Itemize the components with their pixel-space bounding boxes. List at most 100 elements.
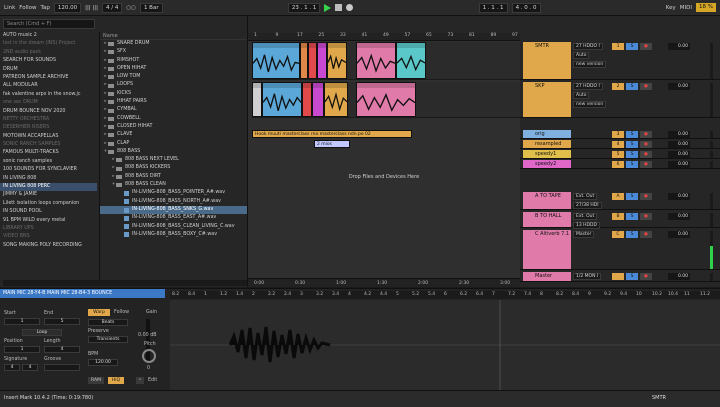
place-item[interactable]: SEARCH FOR SOUNDS [0, 57, 97, 65]
arm-button[interactable]: ● [640, 231, 652, 238]
clip-bar-resampled[interactable]: 2 mios [314, 140, 350, 148]
browser-item[interactable]: ▸ CYMBAL [100, 106, 247, 114]
arm-button[interactable]: ● [640, 43, 652, 50]
mixer-track[interactable]: speedy2 6 S ● 0.00 [520, 160, 720, 169]
volume-field[interactable]: 0.00 [668, 151, 690, 158]
browser-scrollbar[interactable] [3, 280, 247, 286]
search-input[interactable]: Search (Cmd + F) [3, 19, 95, 29]
output-routing[interactable]: 27/38 HDI [573, 202, 602, 209]
track-activator[interactable]: 3 [612, 131, 624, 138]
browser-item[interactable]: ▸ SFX [100, 48, 247, 56]
browser-item[interactable]: ▸ OPEN HIHAT [100, 65, 247, 73]
loop-start-field[interactable]: 1 . 1 . 1 [478, 2, 508, 13]
bpm-field[interactable]: 120.00 [88, 359, 118, 366]
track-activator[interactable]: B [612, 213, 624, 220]
arm-button[interactable]: ● [640, 193, 652, 200]
input-routing[interactable]: 1/2 MON I [573, 273, 602, 280]
volume-field[interactable]: 0.00 [668, 231, 690, 238]
input-routing[interactable]: Ext. Out [573, 193, 598, 200]
mixer-track[interactable]: Master 1/2 MON I S ● 0.00 [520, 272, 720, 282]
tempo-nudge[interactable]: ||| ||| [85, 5, 98, 11]
warp-button[interactable]: Warp [88, 309, 110, 316]
track-name[interactable]: speedy2 [523, 160, 571, 168]
browser-item[interactable]: IN-LIVING-808_BASS_NORTH_A#.wav [100, 198, 247, 206]
midi-map-button[interactable]: MIDI [680, 5, 692, 11]
record-icon[interactable] [346, 4, 354, 11]
browser-item[interactable]: ▸ HIHAT PAIRS [100, 98, 247, 106]
browser-item[interactable]: ▸ SNARE DRUM [100, 40, 247, 48]
track-activator[interactable]: 5 [612, 151, 624, 158]
audio-clip[interactable] [327, 42, 347, 79]
place-item[interactable]: IN LIVING 808 PERC [0, 183, 97, 192]
browser-item[interactable]: IN-LIVING-808_BASS_EAST_A#.wav [100, 214, 247, 222]
place-item[interactable]: SONIC RANCH SAMPLES [0, 141, 97, 149]
arm-button[interactable]: ● [640, 131, 652, 138]
track-activator[interactable]: 1 [612, 43, 624, 50]
place-item[interactable]: DESERHIER RISERS [0, 124, 97, 132]
place-item[interactable]: sonic ranch samples [0, 158, 97, 166]
track-name[interactable]: B TO HALL [523, 212, 571, 227]
audio-clip[interactable] [300, 42, 308, 79]
link-button[interactable]: Link [4, 5, 15, 11]
time-signature[interactable]: 4 / 4 [101, 2, 123, 13]
mixer-track[interactable]: A TO TAPE Ext. Out 27/38 HDI A S ● 0.00 [520, 192, 720, 210]
place-item[interactable]: IN SOUND POOL [0, 208, 97, 216]
browser-item[interactable]: ▸ 808 BASS KICKERS [100, 164, 247, 172]
place-item[interactable]: 2ND audio pack [0, 49, 97, 57]
arm-button[interactable]: ● [640, 161, 652, 168]
time-ruler[interactable]: 0:00 0:30 1:00 1:30 2:00 2:30 3:00 [248, 278, 520, 287]
place-item[interactable]: DRUM BOUNCE NOV 2020 [0, 108, 97, 116]
audio-clip[interactable] [396, 42, 426, 79]
overview-strip[interactable] [248, 16, 520, 33]
solo-button[interactable]: S [626, 193, 638, 200]
input-routing[interactable]: Master [573, 231, 595, 238]
monitor-mode[interactable]: Auto [573, 52, 590, 59]
output-routing[interactable]: new version [573, 61, 607, 68]
solo-button[interactable]: S [626, 273, 638, 280]
place-item[interactable]: VIDEO BNS [0, 233, 97, 241]
input-routing[interactable]: 27 HDDO I [573, 43, 603, 50]
place-item[interactable]: 91 BPM WILD every metal [0, 217, 97, 225]
hiq-button[interactable]: HiQ [108, 377, 124, 384]
audio-clip[interactable] [312, 82, 324, 117]
arm-button[interactable]: ● [640, 213, 652, 220]
volume-field[interactable]: 0.00 [668, 193, 690, 200]
quantize-select[interactable]: 1 Bar [139, 2, 163, 13]
arm-button[interactable]: ● [640, 273, 652, 280]
name-column-header[interactable]: Name [100, 32, 247, 40]
browser-item[interactable]: IN-LIVING-808_BASS_BOXY_C#.wav [100, 231, 247, 239]
stop-icon[interactable] [335, 4, 343, 11]
place-item[interactable]: 100 SOUNDS FOR SYNCLAVIER [0, 166, 97, 174]
audio-clip[interactable] [302, 82, 312, 117]
solo-button[interactable]: S [626, 161, 638, 168]
volume-field[interactable]: 0.00 [668, 43, 690, 50]
track-name[interactable]: SKP [523, 82, 571, 117]
track-name[interactable]: orig [523, 130, 571, 138]
track-name[interactable]: C Altiverb 7.1 [523, 230, 571, 269]
start-field[interactable]: 1 [4, 318, 40, 325]
metronome-icon[interactable]: ○○ [126, 5, 136, 11]
mixer-track[interactable]: resampled 4 S ● 0.00 [520, 140, 720, 149]
audio-clip[interactable] [262, 82, 302, 117]
edit-button[interactable]: Edit [148, 378, 157, 383]
place-item[interactable]: one sec DRUM [0, 99, 97, 107]
follow-button[interactable]: Follow [19, 5, 36, 11]
place-item[interactable]: SONG MAKING POLY RECORDING [0, 242, 97, 250]
place-item[interactable]: FAMOUS MULTI-TRACKS [0, 149, 97, 157]
audio-clip[interactable] [317, 42, 327, 79]
tap-button[interactable]: Tap [41, 5, 50, 11]
mixer-track[interactable]: SMTR 27 HDDO I Auto new version 1 S ● 0.00 [520, 42, 720, 80]
input-routing[interactable]: 27 HDDO I [573, 83, 603, 90]
browser-item[interactable]: ▾ 808 BASS [100, 148, 247, 156]
solo-button[interactable]: S [626, 213, 638, 220]
track-activator[interactable]: A [612, 193, 624, 200]
browser-item[interactable]: ▸ LOW TOM [100, 73, 247, 81]
browser-item[interactable]: ▸ RIMSHOT [100, 57, 247, 65]
sample-ruler[interactable]: 8.2 8.4 1 1.2 1.4 2 2.2 2.4 3 3.2 3.4 4 4.2 4.4 5 5.2 5.… [170, 291, 720, 299]
volume-field[interactable]: 0.00 [668, 213, 690, 220]
place-item[interactable]: fak valentine arps in the snow.jc [0, 91, 97, 99]
loop-length-field[interactable]: 4 . 0 . 0 [511, 2, 541, 13]
place-item[interactable]: lost in the dream (INS) Project [0, 40, 97, 48]
mixer-track[interactable]: speedy1 5 S ● 0.00 [520, 150, 720, 159]
groove-select[interactable] [44, 364, 80, 371]
